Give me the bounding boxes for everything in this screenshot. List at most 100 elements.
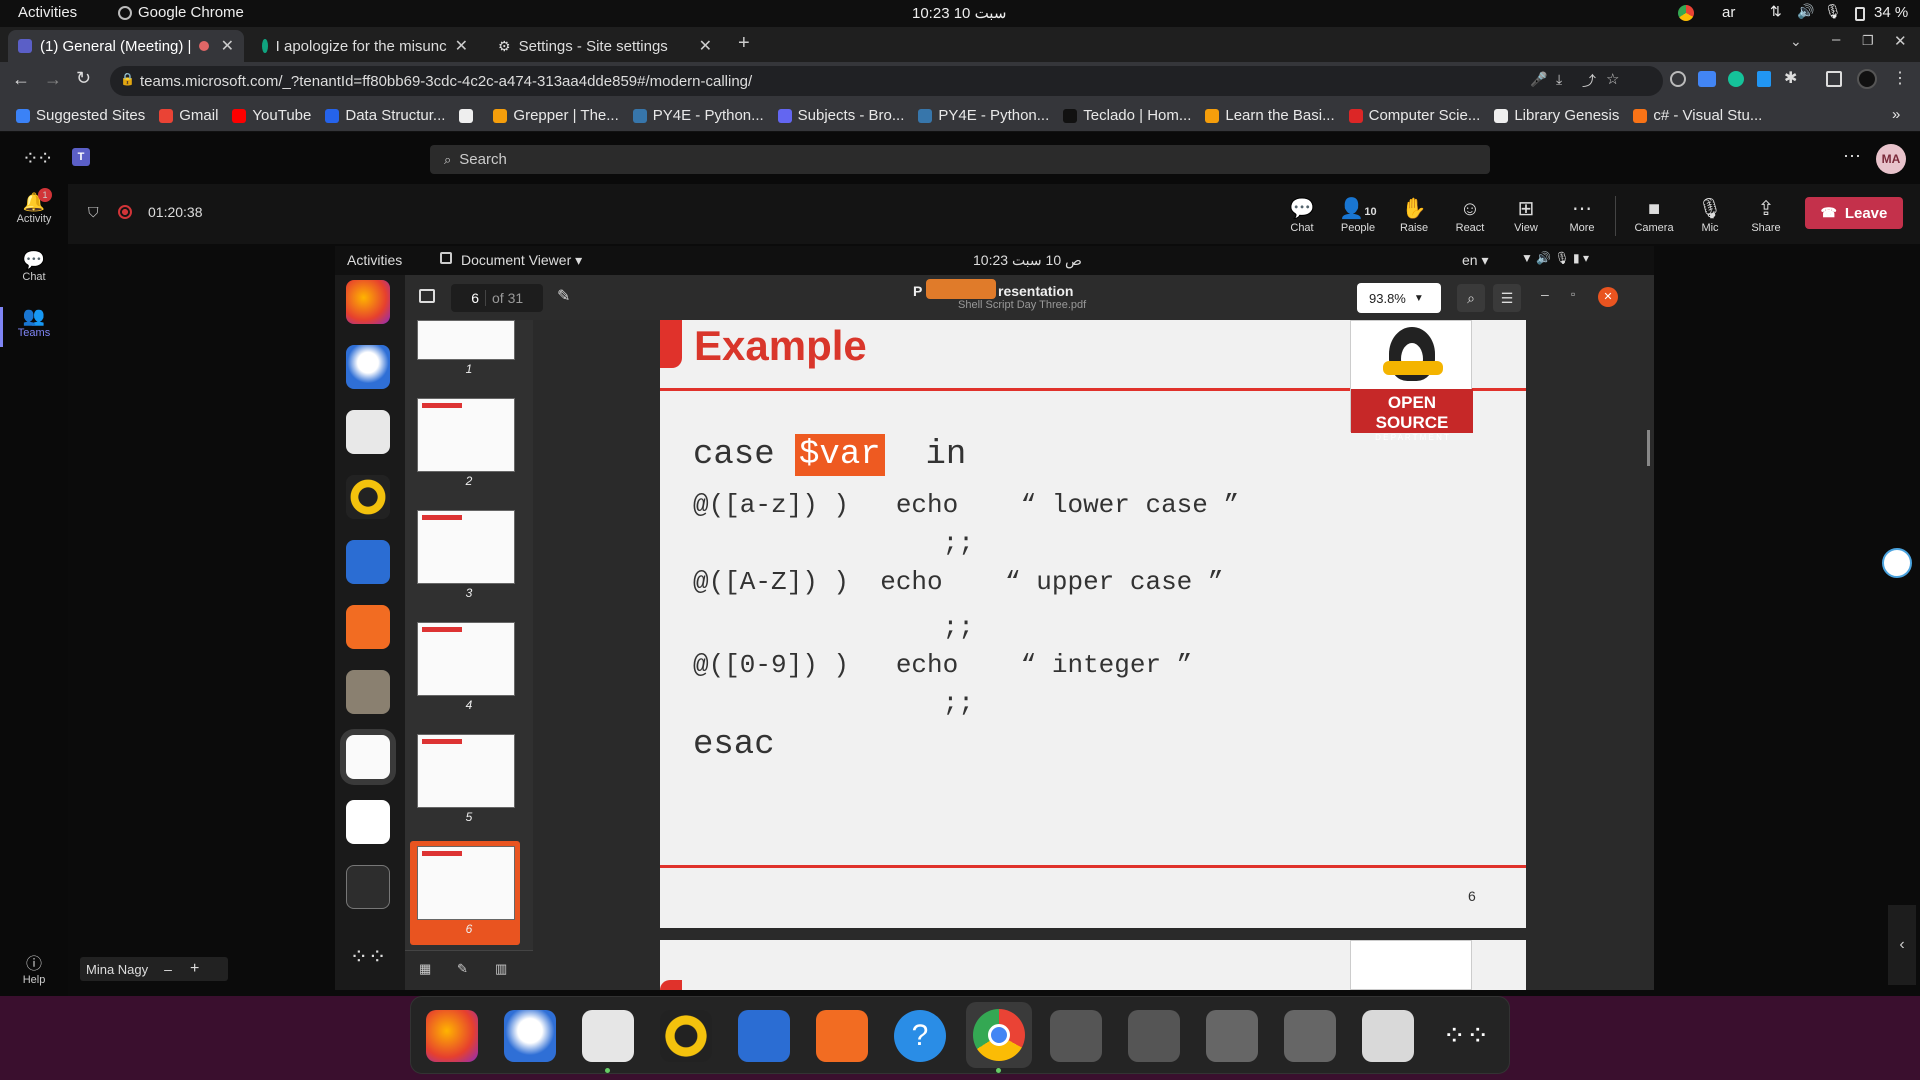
battery-icon[interactable]: [1855, 7, 1865, 21]
zoom-out-icon[interactable]: –: [164, 961, 172, 977]
chrome-menu-icon[interactable]: ⋮: [1892, 68, 1908, 88]
extension-globe-icon[interactable]: [1670, 71, 1686, 87]
avatar[interactable]: MA: [1876, 144, 1906, 174]
copilot-floating-icon[interactable]: [1882, 548, 1912, 578]
forward-icon[interactable]: →: [44, 69, 62, 90]
puzzle-extensions-icon[interactable]: ✱: [1784, 68, 1797, 88]
zoom-in-icon[interactable]: +: [190, 960, 199, 978]
bookmark-item[interactable]: c# - Visual Stu...: [1633, 107, 1762, 124]
dock-files-icon[interactable]: [582, 1010, 634, 1062]
bell-icon: 🔔 1: [0, 188, 68, 213]
dock-thunderbird-icon[interactable]: [504, 1010, 556, 1062]
chevron-down-icon: ▼: [1413, 292, 1424, 304]
teams-logo-icon: T: [72, 148, 90, 166]
thumbnail-page-4: [417, 622, 515, 696]
back-icon[interactable]: ←: [12, 69, 30, 90]
side-panel-icon[interactable]: [1826, 71, 1842, 87]
chat-button[interactable]: 💬 Chat: [1277, 196, 1327, 234]
bookmark-item[interactable]: Learn the Basi...: [1205, 107, 1335, 124]
new-tab-button[interactable]: +: [738, 32, 750, 55]
mic-button[interactable]: 🎙 Mic: [1685, 196, 1735, 234]
camera-off-icon: ■: [1647, 198, 1661, 220]
bookmark-item[interactable]: Subjects - Bro...: [777, 107, 904, 124]
extension-icon[interactable]: [1757, 71, 1771, 87]
dock-chrome-active[interactable]: [966, 1002, 1032, 1068]
bookmark-item[interactable]: Teclado | Hom...: [1063, 107, 1191, 124]
grammarly-extension-icon[interactable]: [1728, 71, 1744, 87]
close-window-button[interactable]: ✕: [1894, 32, 1907, 50]
bookmark-label: PY4E - Python...: [938, 107, 1050, 124]
chrome-indicator-icon[interactable]: [1678, 5, 1694, 21]
profile-avatar[interactable]: [1857, 69, 1877, 89]
rail-chat[interactable]: 💬 Chat: [0, 250, 68, 283]
close-icon[interactable]: ✕: [699, 36, 712, 56]
dock-rhythmbox-icon[interactable]: [660, 1010, 712, 1062]
leave-button[interactable]: ☎ Leave: [1805, 197, 1903, 229]
translate-extension-icon[interactable]: [1698, 71, 1716, 87]
dock-trash-icon[interactable]: [1362, 1010, 1414, 1062]
tab-chatgpt[interactable]: I apologize for the misunc ✕: [252, 30, 478, 62]
shared-language: en ▾: [1462, 252, 1489, 268]
restore-button[interactable]: ❐: [1862, 33, 1874, 49]
dock-ssd-icon[interactable]: [1206, 1010, 1258, 1062]
install-icon[interactable]: ⤓: [1556, 71, 1562, 88]
code-line-esac: esac: [693, 726, 775, 764]
camera-button[interactable]: ■ Camera: [1629, 196, 1679, 234]
address-bar[interactable]: 🔒 teams.microsoft.com/_?tenantId=ff80bb6…: [110, 66, 1663, 96]
expand-panel-chevron-icon[interactable]: ‹: [1888, 905, 1916, 985]
bookmark-item[interactable]: Grepper | The...: [493, 107, 619, 124]
button-label: People: [1340, 222, 1376, 234]
rail-activity[interactable]: 🔔 1 Activity: [0, 188, 68, 225]
bookmark-item[interactable]: PY4E - Python...: [632, 107, 764, 124]
share-icon[interactable]: ⤴: [1582, 71, 1596, 91]
footer-rule: [660, 865, 1526, 868]
bookmarks-view-icon: ▥: [495, 961, 508, 976]
volume-icon[interactable]: 🔊: [1797, 3, 1814, 20]
keyboard-language[interactable]: ar: [1722, 4, 1735, 21]
mic-permission-icon[interactable]: 🎤: [1530, 71, 1547, 88]
rail-help[interactable]: ⓘ Help: [0, 950, 68, 986]
more-icon: ⋯: [1572, 198, 1592, 220]
tab-settings[interactable]: ⚙ Settings - Site settings ✕: [488, 30, 722, 62]
rail-teams[interactable]: 👥 Teams: [0, 306, 68, 339]
more-bookmarks-icon[interactable]: »: [1892, 106, 1900, 123]
bookmark-item[interactable]: Suggested Sites: [16, 107, 145, 124]
bookmark-item[interactable]: [459, 108, 479, 123]
close-icon[interactable]: ✕: [455, 36, 468, 56]
bookmark-item[interactable]: Library Genesis: [1494, 107, 1619, 124]
tab-search-icon[interactable]: ⌄: [1790, 33, 1802, 50]
bookmark-star-icon[interactable]: ☆: [1606, 70, 1619, 88]
close-icon[interactable]: ✕: [221, 36, 234, 56]
reload-icon[interactable]: ↻: [76, 68, 91, 89]
minimize-button[interactable]: –: [1832, 31, 1840, 48]
share-button[interactable]: ⇪ Share: [1741, 196, 1791, 234]
settings-more-icon[interactable]: ⋯: [1843, 146, 1861, 167]
dock-disk-icon[interactable]: [1128, 1010, 1180, 1062]
search-input[interactable]: ⌕ Search: [430, 145, 1490, 174]
system-clock[interactable]: 10:23 10 سبت: [912, 4, 1006, 22]
dock-disk-icon[interactable]: [1050, 1010, 1102, 1062]
app-launcher-icon[interactable]: ⁘⁘: [22, 146, 53, 171]
tab-teams-meeting[interactable]: (1) General (Meeting) | ✕: [8, 30, 244, 62]
people-button[interactable]: 👤10 People: [1333, 196, 1383, 234]
mic-indicator-icon[interactable]: 🎙: [1824, 3, 1842, 20]
react-button[interactable]: ☺ React: [1445, 196, 1495, 234]
bookmark-item[interactable]: Computer Scie...: [1348, 107, 1480, 124]
network-icon[interactable]: ⇅: [1770, 3, 1782, 20]
bookmark-item[interactable]: YouTube: [232, 107, 311, 124]
dock-help-icon[interactable]: ?: [894, 1010, 946, 1062]
view-button[interactable]: ⊞ View: [1501, 196, 1551, 234]
more-button[interactable]: ⋯ More: [1557, 196, 1607, 234]
bookmark-item[interactable]: PY4E - Python...: [918, 107, 1049, 124]
dock-show-apps-icon[interactable]: ⁘⁘: [1440, 1010, 1492, 1062]
bookmark-item[interactable]: Gmail: [159, 107, 218, 124]
dock-software-icon[interactable]: [816, 1010, 868, 1062]
raise-hand-button[interactable]: ✋ Raise: [1389, 196, 1439, 234]
dock-firefox-icon[interactable]: [426, 1010, 478, 1062]
app-menu[interactable]: Google Chrome: [138, 4, 244, 21]
bookmark-item[interactable]: Data Structur...: [325, 107, 445, 124]
activities-button[interactable]: Activities: [18, 4, 77, 21]
slide-page-number: 6: [1468, 888, 1476, 904]
dock-ssd-icon[interactable]: [1284, 1010, 1336, 1062]
dock-writer-icon[interactable]: [738, 1010, 790, 1062]
